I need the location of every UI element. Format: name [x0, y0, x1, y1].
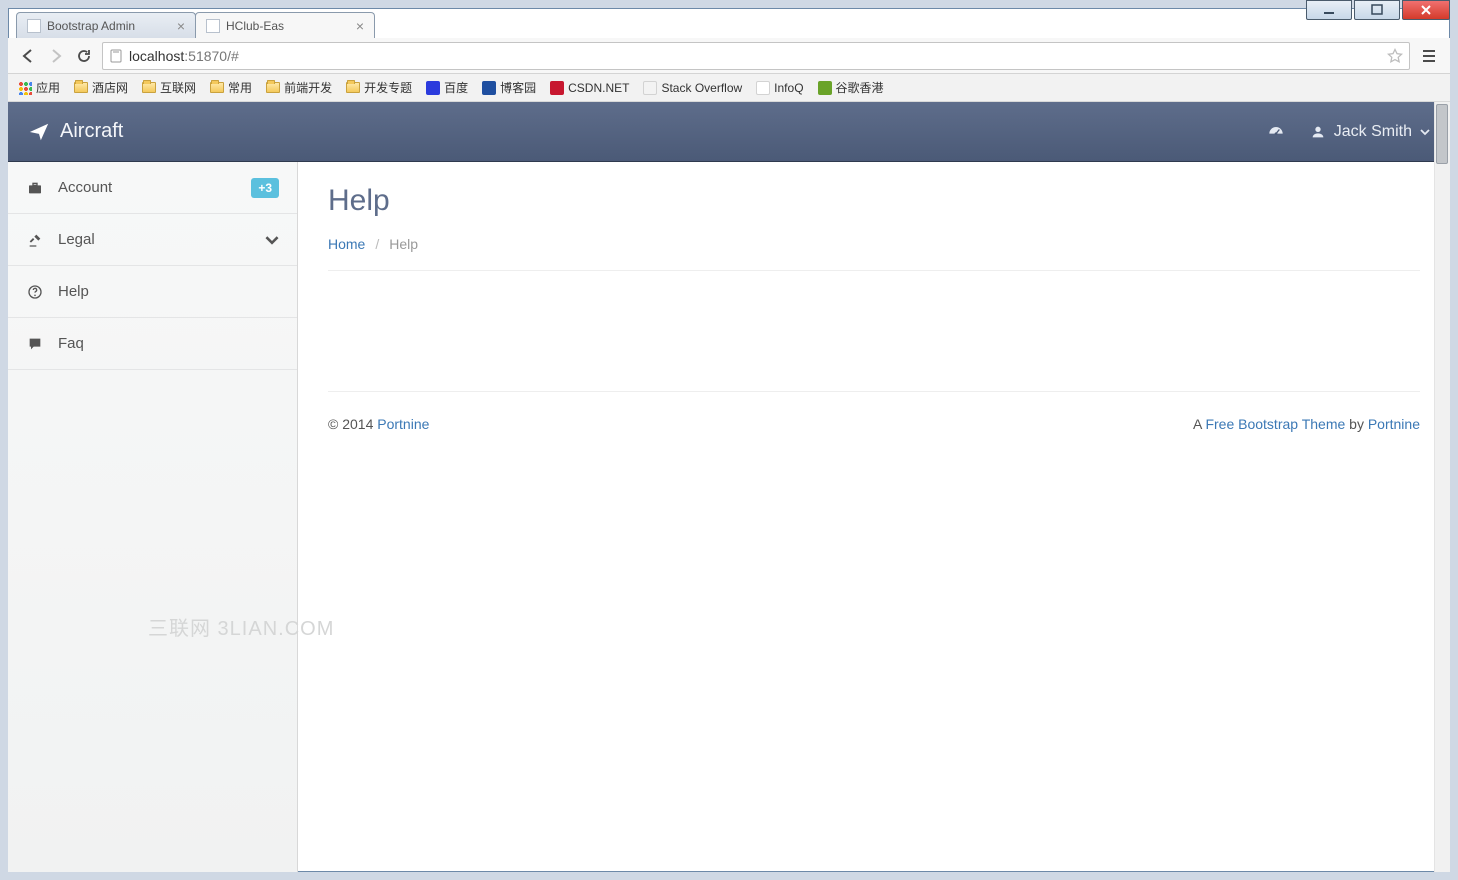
main-content: Help Home / Help © 2014 Portnine A Free … [298, 162, 1450, 872]
page-favicon-icon [206, 19, 220, 33]
site-favicon-icon [643, 81, 657, 95]
chevron-down-icon [1420, 127, 1430, 137]
url-text: localhost:51870/# [129, 48, 239, 64]
briefcase-icon [26, 180, 44, 196]
bookmark-item[interactable]: 互联网 [142, 79, 196, 96]
browser-tab[interactable]: Bootstrap Admin × [16, 12, 196, 38]
footer-right: A Free Bootstrap Theme by Portnine [1193, 416, 1420, 432]
sidebar-badge: +3 [251, 178, 279, 198]
footer-theme-link[interactable]: Free Bootstrap Theme [1205, 416, 1345, 432]
gavel-icon [26, 232, 44, 248]
app-navbar: Aircraft Jack Smith [8, 102, 1450, 162]
breadcrumb-home[interactable]: Home [328, 236, 365, 252]
footer-link-portnine[interactable]: Portnine [377, 416, 429, 432]
window-close-button[interactable] [1402, 0, 1450, 20]
brand-text: Aircraft [60, 120, 123, 143]
tab-title: HClub-Eas [226, 19, 350, 33]
folder-icon [74, 82, 88, 93]
breadcrumb: Home / Help [328, 236, 1420, 271]
footer-author-link[interactable]: Portnine [1368, 416, 1420, 432]
bookmark-item[interactable]: Stack Overflow [643, 81, 742, 95]
tab-close-icon[interactable]: × [356, 19, 364, 33]
bookmark-item[interactable]: 酒店网 [74, 79, 128, 96]
bookmark-item[interactable]: 博客园 [482, 79, 536, 96]
user-menu[interactable]: Jack Smith [1310, 123, 1430, 141]
forward-button[interactable] [46, 46, 66, 66]
sidebar-item-label: Account [58, 179, 237, 196]
user-name: Jack Smith [1334, 123, 1412, 141]
folder-icon [346, 82, 360, 93]
breadcrumb-sep: / [375, 236, 379, 252]
site-favicon-icon [550, 81, 564, 95]
page-title: Help [328, 184, 1420, 218]
sidebar-item-label: Faq [58, 335, 279, 352]
sidebar-item-legal[interactable]: Legal [8, 214, 297, 266]
bookmark-item[interactable]: InfoQ [756, 81, 803, 95]
browser-tab[interactable]: HClub-Eas × [195, 12, 375, 38]
sidebar-item-faq[interactable]: Faq [8, 318, 297, 370]
folder-icon [266, 82, 280, 93]
bookmark-item[interactable]: 谷歌香港 [818, 79, 884, 96]
bookmark-item[interactable]: CSDN.NET [550, 81, 629, 95]
sidebar-item-label: Legal [58, 231, 251, 248]
page-viewport: Aircraft Jack Smith [8, 102, 1450, 872]
site-favicon-icon [482, 81, 496, 95]
comment-icon [26, 336, 44, 352]
brand[interactable]: Aircraft [28, 120, 123, 143]
page-favicon-icon [27, 19, 41, 33]
browser-menu-button[interactable] [1418, 46, 1440, 66]
folder-icon [142, 82, 156, 93]
navbar-right: Jack Smith [1266, 122, 1430, 142]
back-button[interactable] [18, 46, 38, 66]
bookmark-item[interactable]: 常用 [210, 79, 252, 96]
reload-button[interactable] [74, 46, 94, 66]
dashboard-icon[interactable] [1266, 122, 1286, 142]
help-icon [26, 284, 44, 300]
tab-close-icon[interactable]: × [177, 19, 185, 33]
bookmark-item[interactable]: 前端开发 [266, 79, 332, 96]
vertical-scrollbar[interactable] [1434, 102, 1450, 872]
browser-tab-strip: Bootstrap Admin × HClub-Eas × [8, 8, 1450, 38]
paper-plane-icon [28, 121, 50, 143]
address-bar[interactable]: localhost:51870/# [102, 42, 1410, 70]
window-controls [1304, 0, 1450, 20]
browser-toolbar: localhost:51870/# [8, 38, 1450, 74]
window-maximize-button[interactable] [1354, 0, 1400, 20]
bookmark-star-icon[interactable] [1387, 48, 1403, 64]
window-minimize-button[interactable] [1306, 0, 1352, 20]
sidebar-item-account[interactable]: Account +3 [8, 162, 297, 214]
tab-title: Bootstrap Admin [47, 19, 171, 33]
page-body: Account +3 Legal [8, 162, 1450, 872]
window-frame: Bootstrap Admin × HClub-Eas × [0, 0, 1458, 880]
window-body: Bootstrap Admin × HClub-Eas × [8, 8, 1450, 872]
folder-icon [210, 82, 224, 93]
bookmark-item[interactable]: 应用 [18, 79, 60, 96]
sidebar-item-label: Help [58, 283, 279, 300]
page-footer: © 2014 Portnine A Free Bootstrap Theme b… [328, 391, 1420, 455]
footer-left: © 2014 Portnine [328, 416, 429, 432]
bookmarks-bar: 应用 酒店网 互联网 常用 前端开发 开发专题 百度 博客园 CSDN.NET … [8, 74, 1450, 102]
sidebar: Account +3 Legal [8, 162, 298, 872]
site-info-icon[interactable] [109, 49, 123, 63]
scrollbar-thumb[interactable] [1436, 104, 1448, 164]
site-favicon-icon [756, 81, 770, 95]
site-favicon-icon [818, 81, 832, 95]
bookmark-item[interactable]: 百度 [426, 79, 468, 96]
bookmark-item[interactable]: 开发专题 [346, 79, 412, 96]
sidebar-item-help[interactable]: Help [8, 266, 297, 318]
apps-icon [18, 81, 32, 95]
chevron-down-icon [265, 233, 279, 247]
site-favicon-icon [426, 81, 440, 95]
breadcrumb-current: Help [389, 236, 418, 252]
user-icon [1310, 124, 1326, 140]
